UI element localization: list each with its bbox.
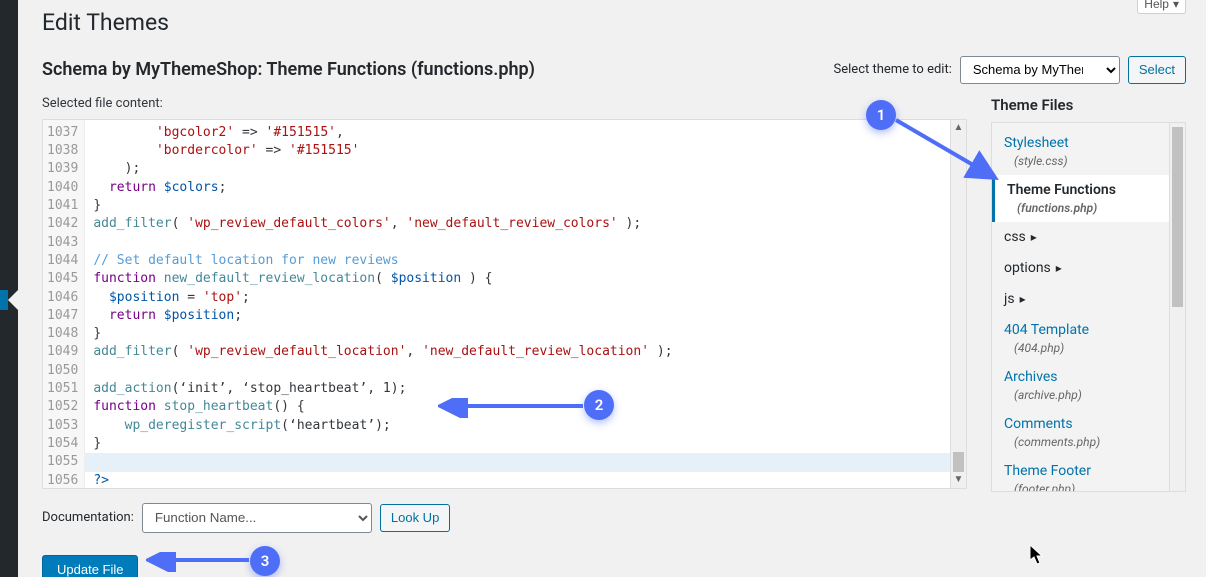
file-tree-item[interactable]: options bbox=[992, 253, 1169, 284]
lookup-button[interactable]: Look Up bbox=[380, 504, 450, 532]
update-file-button[interactable]: Update File bbox=[42, 555, 138, 577]
file-sub-label: (comments.php) bbox=[1004, 434, 1159, 450]
file-link[interactable]: Stylesheet bbox=[1004, 135, 1069, 151]
theme-file-tree[interactable]: Stylesheet (style.css) Theme Functions (fun… bbox=[991, 122, 1186, 492]
selected-file-label: Selected file content: bbox=[42, 96, 967, 111]
documentation-label: Documentation: bbox=[42, 510, 134, 525]
chevron-down-icon: ▾ bbox=[1173, 0, 1179, 11]
select-button[interactable]: Select bbox=[1128, 56, 1186, 84]
code-editor[interactable]: 1037103810391040104110421043104410451046… bbox=[42, 119, 967, 489]
tree-scrollbar[interactable] bbox=[1169, 123, 1185, 491]
wp-admin-sidebar[interactable] bbox=[0, 0, 18, 577]
file-tree-item[interactable]: 404 Template (404.php) bbox=[992, 315, 1169, 362]
sidebar-active-arrow-icon bbox=[8, 290, 18, 310]
file-link[interactable]: 404 Template bbox=[1004, 322, 1089, 338]
help-dropdown[interactable]: Help ▾ bbox=[1137, 0, 1186, 14]
function-name-select[interactable]: Function Name... bbox=[142, 503, 372, 533]
file-tree-item[interactable]: Theme Functions (functions.php) bbox=[992, 175, 1169, 222]
editor-scrollbar[interactable]: ▲ ▼ bbox=[950, 120, 966, 488]
file-tree-item[interactable]: css bbox=[992, 222, 1169, 253]
file-tree-item[interactable]: Comments (comments.php) bbox=[992, 409, 1169, 456]
file-link[interactable]: Theme Footer bbox=[1004, 463, 1091, 479]
theme-select[interactable]: Schema by MyThen bbox=[960, 56, 1120, 84]
file-link[interactable]: Comments bbox=[1004, 416, 1073, 432]
file-tree-item[interactable]: js bbox=[992, 284, 1169, 315]
page-title: Edit Themes bbox=[42, 0, 169, 42]
file-sub-label: (footer.php) bbox=[1004, 481, 1159, 491]
scroll-down-icon[interactable]: ▼ bbox=[951, 472, 966, 488]
file-link[interactable]: Archives bbox=[1004, 369, 1058, 385]
line-gutter: 1037103810391040104110421043104410451046… bbox=[43, 120, 85, 488]
subheader: Schema by MyThemeShop: Theme Functions (… bbox=[42, 59, 535, 80]
file-sub-label: (404.php) bbox=[1004, 340, 1159, 356]
scroll-thumb[interactable] bbox=[953, 452, 964, 472]
tree-scroll-thumb[interactable] bbox=[1172, 127, 1183, 307]
help-label: Help bbox=[1144, 0, 1169, 11]
file-tree-item[interactable]: Stylesheet (style.css) bbox=[992, 128, 1169, 175]
file-tree-item[interactable]: Theme Footer (footer.php) bbox=[992, 456, 1169, 491]
scroll-up-icon[interactable]: ▲ bbox=[951, 120, 966, 136]
code-content[interactable]: 'bgcolor2' => '#151515', 'bordercolor' =… bbox=[85, 120, 950, 488]
file-sub-label: (archive.php) bbox=[1004, 387, 1159, 403]
file-link[interactable]: Theme Functions bbox=[1007, 182, 1116, 198]
file-tree-item[interactable]: Archives (archive.php) bbox=[992, 362, 1169, 409]
theme-files-heading: Theme Files bbox=[991, 96, 1186, 114]
file-sub-label: (functions.php) bbox=[1007, 200, 1159, 216]
select-theme-label: Select theme to edit: bbox=[834, 62, 952, 77]
file-sub-label: (style.css) bbox=[1004, 153, 1159, 169]
